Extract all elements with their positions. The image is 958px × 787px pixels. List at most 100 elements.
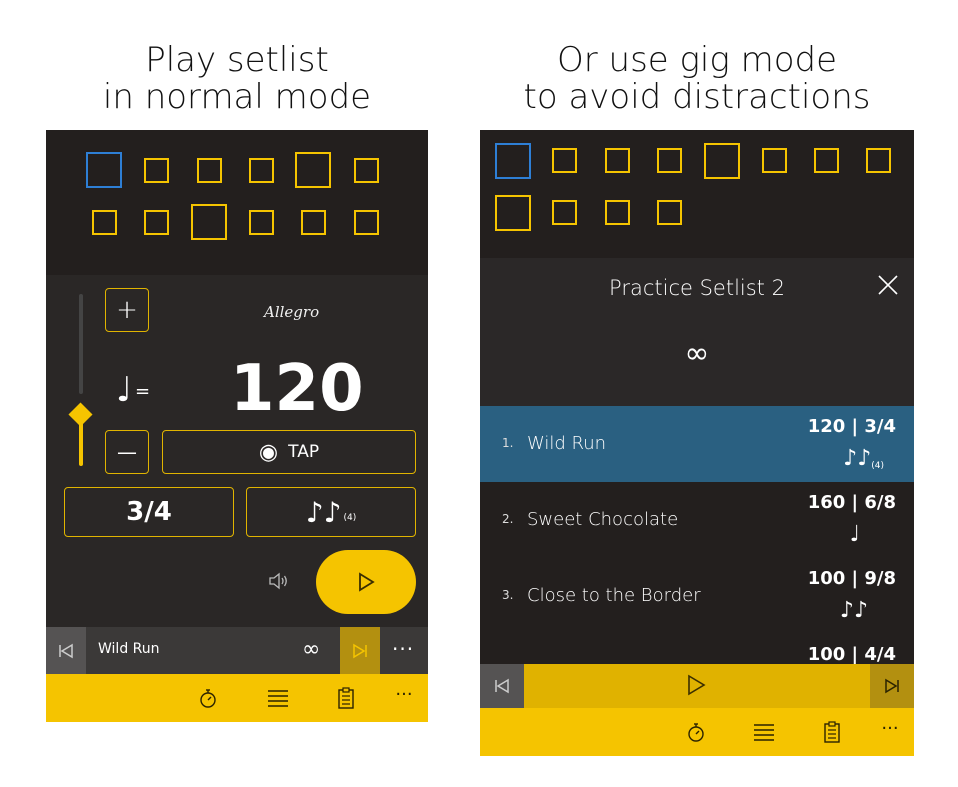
beat-indicator[interactable] bbox=[197, 158, 222, 183]
subdivision-count: (4) bbox=[343, 513, 357, 523]
equals-sign: = bbox=[135, 381, 151, 402]
tap-label: TAP bbox=[288, 442, 320, 462]
clipboard-icon[interactable] bbox=[820, 720, 844, 744]
song-number: 3. bbox=[502, 588, 514, 602]
song-number: 1. bbox=[502, 436, 514, 450]
time-signature-button[interactable]: 3/4 bbox=[64, 487, 234, 537]
gig-transport-bar bbox=[480, 664, 914, 708]
song-tempo-meter: 100 | 4/4 bbox=[807, 644, 896, 665]
tap-tempo-button[interactable]: ◉ TAP bbox=[162, 430, 416, 474]
beat-grid bbox=[46, 130, 428, 275]
beat-indicator[interactable] bbox=[605, 148, 630, 173]
setlist-row[interactable]: 100 | 4/4 bbox=[480, 634, 914, 665]
subdivision-button[interactable]: ♪♪ (4) bbox=[246, 487, 416, 537]
current-song-title[interactable]: Wild Run bbox=[98, 641, 160, 657]
beat-indicator-accent[interactable] bbox=[191, 204, 227, 240]
play-button[interactable] bbox=[316, 550, 416, 614]
quarter-note-icon: ♩ bbox=[116, 370, 133, 410]
skip-next-icon bbox=[353, 643, 367, 658]
stopwatch-icon[interactable] bbox=[196, 686, 220, 710]
beat-indicator[interactable] bbox=[552, 148, 577, 173]
caption-line: Play setlist bbox=[145, 40, 329, 80]
clipboard-icon[interactable] bbox=[334, 686, 358, 710]
caption-line: in normal mode bbox=[102, 77, 372, 117]
song-tempo-meter: 100 | 9/8 bbox=[807, 568, 896, 589]
notes-glyph: ♪♪ bbox=[843, 446, 872, 471]
previous-song-button[interactable] bbox=[480, 664, 524, 708]
speaker-icon[interactable] bbox=[268, 572, 290, 595]
next-song-button[interactable] bbox=[340, 627, 380, 674]
list-icon[interactable] bbox=[752, 720, 776, 744]
more-icon[interactable]: ··· bbox=[392, 682, 416, 706]
song-name: Sweet Chocolate bbox=[527, 509, 679, 530]
song-number: 2. bbox=[502, 512, 514, 526]
beat-indicator[interactable] bbox=[657, 148, 682, 173]
caption-gig-mode: Or use gig mode to avoid distractions bbox=[480, 42, 914, 116]
now-playing-bar: Wild Run ∞ ··· bbox=[46, 627, 428, 674]
beat-indicator[interactable] bbox=[814, 148, 839, 173]
play-icon bbox=[688, 674, 706, 696]
caption-normal-mode: Play setlist in normal mode bbox=[46, 42, 428, 116]
beat-indicator[interactable] bbox=[605, 200, 630, 225]
tempo-slider-thumb[interactable] bbox=[68, 402, 93, 427]
skip-previous-icon bbox=[59, 643, 73, 658]
beat-indicator-current[interactable] bbox=[495, 143, 531, 179]
more-options-button[interactable]: ··· bbox=[392, 637, 414, 661]
beat-indicator[interactable] bbox=[144, 210, 169, 235]
song-tempo-meter: 160 | 6/8 bbox=[807, 492, 896, 513]
song-name: Close to the Border bbox=[527, 585, 701, 606]
stopwatch-icon[interactable] bbox=[684, 720, 708, 744]
bpm-display[interactable]: 120 bbox=[230, 352, 364, 426]
beat-indicator[interactable] bbox=[762, 148, 787, 173]
beat-indicator-current[interactable] bbox=[86, 152, 122, 188]
setlist-row[interactable]: 3. Close to the Border 100 | 9/8 ♪♪ bbox=[480, 558, 914, 634]
decrease-tempo-button[interactable]: — bbox=[105, 430, 149, 474]
gig-mode-screen: Practice Setlist 2 ∞ 1. Wild Run 120 | 3… bbox=[480, 130, 914, 756]
subdivision-count: (4) bbox=[871, 461, 884, 471]
setlist-title: Practice Setlist 2 bbox=[609, 276, 785, 300]
beat-grid bbox=[480, 130, 914, 258]
skip-previous-icon bbox=[495, 678, 509, 694]
beat-indicator[interactable] bbox=[657, 200, 682, 225]
app-bar: ··· bbox=[46, 674, 428, 722]
tap-icon: ◉ bbox=[258, 439, 279, 465]
quarter-note-icon: ♩ bbox=[849, 522, 860, 547]
beat-indicator-accent[interactable] bbox=[495, 195, 531, 231]
infinity-icon[interactable]: ∞ bbox=[302, 637, 320, 662]
setlist-header: Practice Setlist 2 ∞ bbox=[480, 258, 914, 406]
caption-line: to avoid distractions bbox=[523, 77, 871, 117]
app-bar: ··· bbox=[480, 708, 914, 756]
tempo-name: Allegro bbox=[264, 303, 320, 321]
play-button[interactable] bbox=[685, 674, 707, 700]
close-icon[interactable] bbox=[877, 274, 899, 300]
subdivision-notes-icon: ♪♪ bbox=[839, 598, 868, 623]
skip-next-icon bbox=[885, 678, 899, 694]
beat-indicator[interactable] bbox=[249, 158, 274, 183]
beat-indicator[interactable] bbox=[144, 158, 169, 183]
setlist-row[interactable]: 1. Wild Run 120 | 3/4 ♪♪(4) bbox=[480, 406, 914, 482]
setlist-row[interactable]: 2. Sweet Chocolate 160 | 6/8 ♩ bbox=[480, 482, 914, 558]
next-song-button[interactable] bbox=[870, 664, 914, 708]
play-icon bbox=[359, 572, 375, 592]
song-tempo-meter: 120 | 3/4 bbox=[807, 416, 896, 437]
increase-tempo-button[interactable]: + bbox=[105, 288, 149, 332]
previous-song-button[interactable] bbox=[46, 627, 86, 674]
subdivision-notes-icon: ♪♪(4) bbox=[843, 446, 884, 471]
tempo-slider-track[interactable] bbox=[79, 294, 83, 394]
beat-indicator[interactable] bbox=[354, 210, 379, 235]
beat-indicator[interactable] bbox=[301, 210, 326, 235]
caption-line: Or use gig mode bbox=[556, 40, 838, 80]
beat-indicator[interactable] bbox=[92, 210, 117, 235]
beat-indicator[interactable] bbox=[249, 210, 274, 235]
beat-indicator[interactable] bbox=[354, 158, 379, 183]
more-icon[interactable]: ··· bbox=[878, 716, 902, 740]
beat-indicator[interactable] bbox=[866, 148, 891, 173]
subdivision-notes-icon: ♪♪ bbox=[305, 495, 342, 529]
beat-unit: ♩ = bbox=[116, 370, 150, 410]
beat-indicator[interactable] bbox=[552, 200, 577, 225]
beat-indicator-accent[interactable] bbox=[704, 143, 740, 179]
list-icon[interactable] bbox=[266, 686, 290, 710]
infinity-icon[interactable]: ∞ bbox=[480, 336, 914, 371]
normal-mode-screen: + Allegro ♩ = 120 — ◉ TAP 3/4 ♪♪ (4) Wild… bbox=[46, 130, 428, 722]
beat-indicator-accent[interactable] bbox=[295, 152, 331, 188]
